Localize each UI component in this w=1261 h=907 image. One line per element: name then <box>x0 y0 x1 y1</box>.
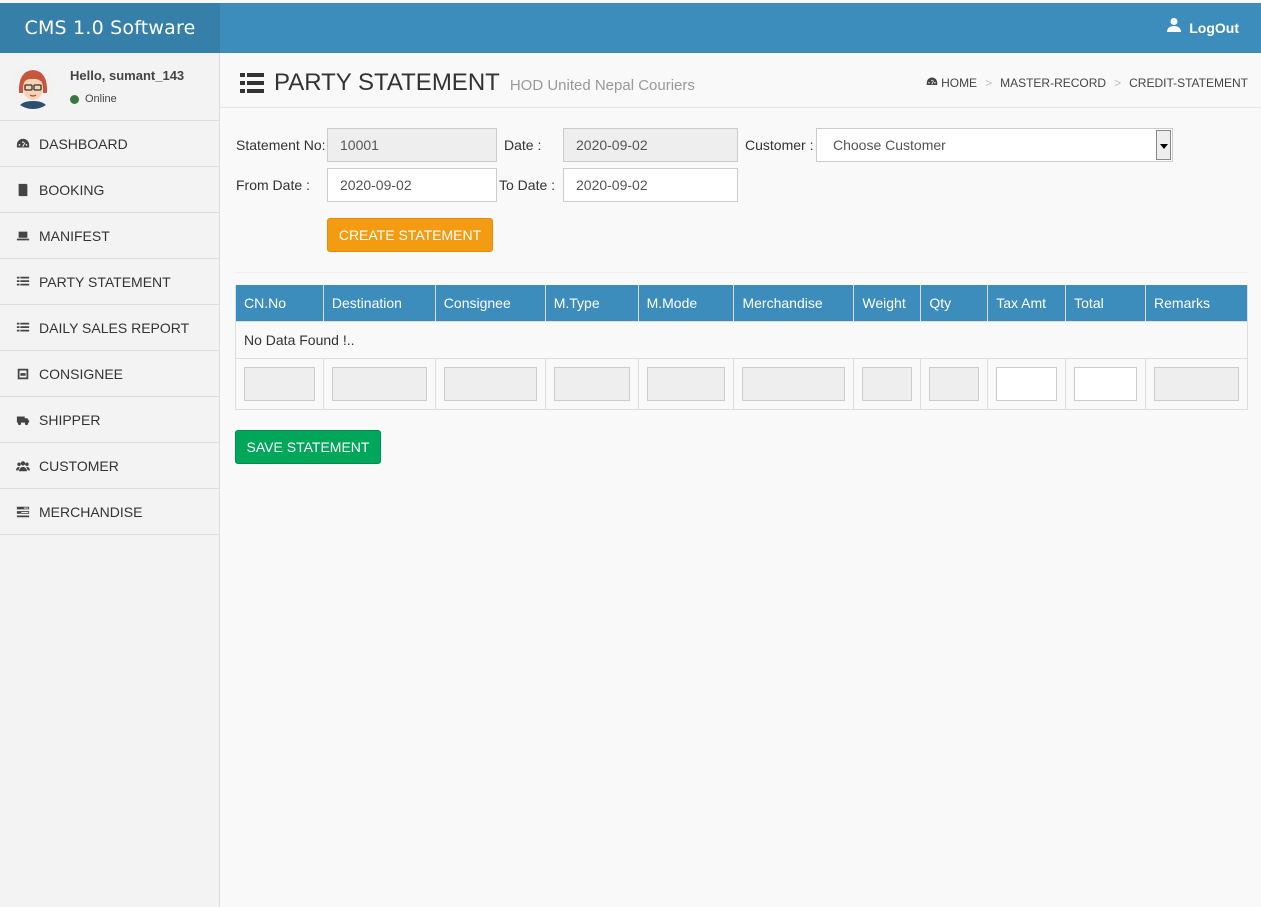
column-header-destination: Destination <box>322 285 436 322</box>
merchandise-input[interactable] <box>742 366 846 401</box>
to-date-field[interactable] <box>563 168 738 202</box>
avatar <box>10 63 56 109</box>
sidebar-item-customer[interactable]: CUSTOMER <box>0 443 219 489</box>
table-empty-row: No Data Found !.. <box>235 320 1248 359</box>
sidebar-item-label: DAILY SALES REPORT <box>39 319 190 336</box>
logout-button[interactable]: LogOut <box>1166 3 1239 53</box>
column-header-merchandise: Merchandise <box>733 285 855 322</box>
customer-select[interactable]: Choose Customer <box>816 128 1173 162</box>
from-date-label: From Date : <box>236 177 310 193</box>
column-header-remarks: Remarks <box>1145 285 1248 322</box>
sidebar-item-daily-sales-report[interactable]: DAILY SALES REPORT <box>0 305 219 351</box>
breadcrumb-home[interactable]: HOME <box>926 76 977 90</box>
m-type-input[interactable] <box>553 366 630 401</box>
sidebar-item-consignee[interactable]: CONSIGNEE <box>0 351 219 397</box>
weight-input[interactable] <box>862 366 913 401</box>
sidebar-item-label: SHIPPER <box>39 411 101 428</box>
destination-input[interactable] <box>331 366 427 401</box>
sidebar-item-merchandise[interactable]: MERCHANDISE <box>0 489 219 535</box>
save-statement-button[interactable]: SAVE STATEMENT <box>235 430 381 464</box>
breadcrumb-separator: > <box>1114 76 1122 90</box>
cn-no-input[interactable] <box>244 366 315 401</box>
list-icon <box>15 321 31 335</box>
to-date-label: To Date : <box>499 177 556 193</box>
user-panel: Hello, sumant_143 Online <box>0 53 219 121</box>
laptop-icon <box>15 229 31 243</box>
page-heading: PARTY STATEMENT HOD United Nepal Courier… <box>240 69 695 97</box>
sidebar-item-label: BOOKING <box>39 181 105 198</box>
user-status-label: Online <box>85 93 117 105</box>
column-header-m-type: M.Type <box>544 285 639 322</box>
consignee-input[interactable] <box>443 366 537 401</box>
sidebar-item-dashboard[interactable]: DASHBOARD <box>0 121 219 167</box>
logout-label: LogOut <box>1189 20 1239 36</box>
sidebar: Hello, sumant_143 Online DASHBOARD BOOKI… <box>0 53 220 907</box>
page-subtitle: HOD United Nepal Couriers <box>509 77 695 94</box>
customer-label: Customer : <box>745 137 814 153</box>
column-header-total: Total <box>1065 285 1147 322</box>
empty-message: No Data Found !.. <box>235 320 1248 359</box>
top-navbar: CMS 1.0 Software LogOut <box>0 3 1261 53</box>
list-icon <box>15 275 31 289</box>
user-greeting: Hello, sumant_143 <box>70 68 185 83</box>
sidebar-item-label: MERCHANDISE <box>39 503 143 520</box>
app-logo[interactable]: CMS 1.0 Software <box>0 3 220 53</box>
breadcrumb: HOME > MASTER-RECORD > CREDIT-STATEMENT <box>926 76 1248 90</box>
date-label: Date : <box>504 137 542 153</box>
remarks-input[interactable] <box>1154 366 1239 401</box>
sidebar-item-booking[interactable]: BOOKING <box>0 167 219 213</box>
m-mode-input[interactable] <box>646 366 726 401</box>
statement-no-label: Statement No: <box>236 137 326 153</box>
column-header-consignee: Consignee <box>434 285 546 322</box>
online-status-icon <box>70 94 79 104</box>
statement-table: CN.No Destination Consignee M.Type M.Mod… <box>235 285 1248 410</box>
user-icon <box>1166 3 1182 53</box>
sidebar-item-manifest[interactable]: MANIFEST <box>0 213 219 259</box>
table-input-row <box>235 357 1248 410</box>
sidebar-item-label: CUSTOMER <box>39 457 119 474</box>
customer-select-value: Choose Customer <box>833 137 946 153</box>
column-header-weight: Weight <box>853 285 922 322</box>
sidebar-item-party-statement[interactable]: PARTY STATEMENT <box>0 259 219 305</box>
breadcrumb-separator: > <box>985 76 993 90</box>
page-title: PARTY STATEMENT <box>274 69 500 96</box>
book-icon <box>15 183 31 197</box>
tasks-icon <box>15 505 31 519</box>
content-header: PARTY STATEMENT HOD United Nepal Courier… <box>220 53 1261 108</box>
create-statement-button[interactable]: CREATE STATEMENT <box>327 218 493 252</box>
dashboard-icon <box>15 137 31 151</box>
column-header-cn-no: CN.No <box>235 285 324 322</box>
sidebar-item-shipper[interactable]: SHIPPER <box>0 397 219 443</box>
users-icon <box>15 459 31 473</box>
breadcrumb-home-label: HOME <box>941 76 978 90</box>
column-header-tax-amt: Tax Amt <box>987 285 1067 322</box>
column-header-m-mode: M.Mode <box>637 285 735 322</box>
user-status: Online <box>70 93 117 105</box>
table-header-row: CN.No Destination Consignee M.Type M.Mod… <box>235 285 1248 322</box>
tax-amt-input[interactable] <box>996 366 1058 401</box>
box-icon <box>15 367 31 381</box>
sidebar-item-label: PARTY STATEMENT <box>39 273 171 290</box>
column-header-qty: Qty <box>920 285 989 322</box>
dashboard-icon <box>926 77 938 85</box>
list-icon <box>240 73 264 93</box>
sidebar-item-label: MANIFEST <box>39 227 110 244</box>
truck-icon <box>15 413 31 427</box>
from-date-field[interactable] <box>327 168 497 202</box>
chevron-down-icon[interactable] <box>1156 130 1171 160</box>
breadcrumb-master-record[interactable]: MASTER-RECORD <box>1000 76 1106 90</box>
sidebar-item-label: CONSIGNEE <box>39 365 124 382</box>
date-field[interactable] <box>563 128 738 162</box>
breadcrumb-credit-statement: CREDIT-STATEMENT <box>1129 76 1248 90</box>
statement-no-field[interactable] <box>327 128 497 162</box>
qty-input[interactable] <box>929 366 980 401</box>
total-input[interactable] <box>1074 366 1138 401</box>
sidebar-item-label: DASHBOARD <box>39 135 128 152</box>
divider <box>235 272 1248 273</box>
